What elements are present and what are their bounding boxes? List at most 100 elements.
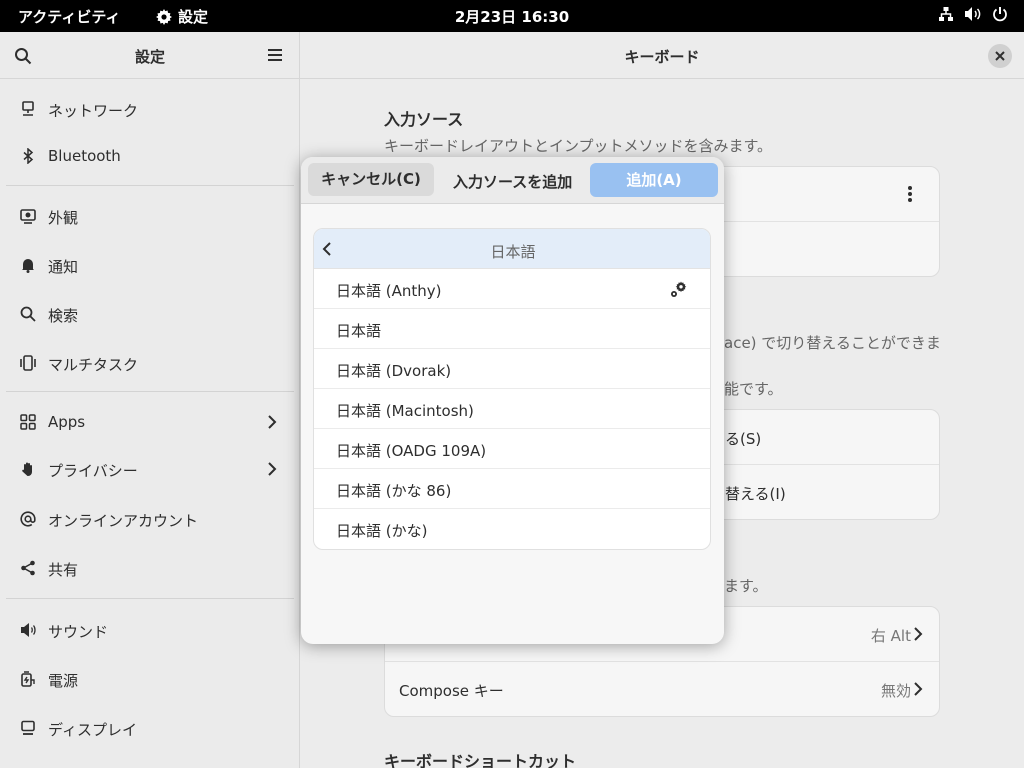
chevron-right-icon	[268, 462, 277, 476]
switch-option-label: 替える(I)	[725, 485, 786, 503]
app-name: 設定	[178, 8, 209, 26]
top-bar: アクティビティ 設定 2月23日 16:30	[0, 0, 1024, 32]
sidebar-item-label: 通知	[48, 258, 79, 276]
sidebar-item-apps[interactable]: Apps	[0, 402, 299, 442]
at-icon	[20, 511, 36, 527]
list-item[interactable]: 日本語 (OADG 109A)	[314, 429, 710, 469]
sidebar-divider	[6, 598, 294, 599]
chevron-right-icon	[268, 415, 277, 429]
sidebar-item-label: マルチタスク	[48, 356, 139, 374]
list-item-label: 日本語 (かな)	[336, 522, 428, 540]
sidebar-item-label: 外観	[48, 209, 79, 227]
multitask-icon	[20, 355, 36, 371]
keyboard-shortcuts-title: キーボードショートカット	[384, 752, 577, 768]
sidebar-item-multitasking[interactable]: マルチタスク	[0, 343, 299, 383]
special-keys-description: ます。	[724, 577, 768, 595]
compose-key-row[interactable]: Compose キー 無効	[385, 662, 939, 717]
dialog-header: キャンセル(C) 入力ソースを追加 追加(A)	[301, 157, 724, 204]
bluetooth-icon	[23, 148, 34, 164]
list-item[interactable]: 日本語	[314, 309, 710, 349]
sidebar-divider	[6, 391, 294, 392]
sidebar-item-notifications[interactable]: 通知	[0, 245, 299, 285]
power-plug-icon	[21, 671, 35, 687]
sound-icon	[21, 623, 36, 637]
add-button[interactable]: 追加(A)	[590, 163, 718, 197]
display-icon	[21, 720, 35, 735]
sidebar-item-label: ネットワーク	[48, 102, 139, 120]
network-icon	[22, 101, 34, 116]
sidebar-item-bluetooth[interactable]: Bluetooth	[0, 136, 299, 176]
sidebar-title: 設定	[134, 48, 165, 66]
sidebar-item-label: 共有	[48, 561, 79, 579]
input-sources-description: キーボードレイアウトとインプットメソッドを含みます。	[384, 137, 773, 155]
apps-icon	[20, 414, 36, 430]
hand-icon	[22, 462, 32, 476]
input-source-list: 日本語 日本語 (Anthy) 日本語 日本語 (Dvorak) 日本語 (Ma…	[313, 228, 711, 550]
list-item-label: 日本語 (OADG 109A)	[336, 442, 487, 460]
sidebar-item-label: Apps	[48, 413, 86, 431]
input-sources-title: 入力ソース	[384, 110, 464, 129]
sidebar-item-label: 電源	[48, 672, 79, 690]
cancel-button[interactable]: キャンセル(C)	[308, 163, 434, 196]
search-icon	[20, 306, 36, 322]
settings-gears-icon	[671, 281, 687, 297]
more-options-icon[interactable]	[907, 185, 913, 203]
list-item[interactable]: 日本語 (かな)	[314, 509, 710, 549]
network-icon	[939, 7, 953, 21]
sidebar-divider	[6, 185, 294, 186]
clock[interactable]: 2月23日 16:30	[455, 8, 569, 26]
list-header-title: 日本語	[490, 243, 536, 261]
status-area[interactable]	[938, 6, 1008, 22]
main-header: キーボード	[300, 32, 1024, 79]
list-item-label: 日本語 (Macintosh)	[336, 402, 474, 420]
chevron-right-icon	[914, 627, 923, 641]
sidebar-item-label: プライバシー	[48, 462, 138, 480]
switch-description: ace) で切り替えることができま	[724, 334, 941, 352]
activities-button[interactable]: アクティビティ	[18, 6, 120, 27]
sidebar-item-appearance[interactable]: 外観	[0, 196, 299, 236]
list-item[interactable]: 日本語 (かな 86)	[314, 469, 710, 509]
gear-icon	[156, 8, 172, 25]
compose-key-value: 無効	[880, 682, 911, 700]
sidebar-item-displays[interactable]: ディスプレイ	[0, 708, 299, 748]
sidebar-item-label: 検索	[48, 307, 79, 325]
compose-key-label: Compose キー	[399, 682, 504, 700]
list-item[interactable]: 日本語 (Dvorak)	[314, 349, 710, 389]
switch-option-label: る(S)	[725, 430, 762, 448]
hamburger-menu-icon[interactable]	[267, 48, 283, 62]
alternate-key-value: 右 Alt	[870, 627, 911, 645]
list-item[interactable]: 日本語 (Anthy)	[314, 269, 710, 309]
sidebar-item-privacy[interactable]: プライバシー	[0, 449, 299, 489]
sidebar-item-network[interactable]: ネットワーク	[0, 89, 299, 129]
dialog-title: 入力ソースを追加	[453, 173, 573, 191]
list-item-label: 日本語 (Dvorak)	[336, 362, 452, 380]
list-item-label: 日本語 (Anthy)	[336, 282, 442, 300]
close-button[interactable]	[988, 44, 1012, 68]
sidebar-item-label: Bluetooth	[48, 147, 121, 165]
close-icon	[995, 51, 1005, 61]
sidebar-item-sound[interactable]: サウンド	[0, 610, 299, 650]
volume-icon	[965, 7, 981, 21]
sidebar-item-online-accounts[interactable]: オンラインアカウント	[0, 499, 299, 539]
list-item[interactable]: 日本語 (Macintosh)	[314, 389, 710, 429]
switch-description-2: 能です。	[724, 380, 783, 398]
share-icon	[21, 560, 35, 576]
chevron-right-icon	[914, 682, 923, 696]
power-icon	[993, 7, 1007, 22]
sidebar-item-search[interactable]: 検索	[0, 294, 299, 334]
list-item-label: 日本語 (かな 86)	[336, 482, 452, 500]
page-title: キーボード	[624, 48, 700, 66]
list-header[interactable]: 日本語	[314, 229, 710, 269]
bell-icon	[22, 259, 34, 273]
appearance-icon	[20, 209, 36, 224]
sidebar-item-label: サウンド	[48, 623, 109, 641]
sidebar-header: 設定	[0, 32, 299, 79]
sidebar-item-power[interactable]: 電源	[0, 659, 299, 699]
list-item-label: 日本語	[336, 322, 382, 340]
sidebar-item-label: ディスプレイ	[48, 721, 137, 739]
sidebar: 設定 ネットワーク Bluetooth 外観 通知 検索 マルチタスク Apps…	[0, 32, 300, 768]
add-input-source-dialog: キャンセル(C) 入力ソースを追加 追加(A) 日本語 日本語 (Anthy) …	[301, 157, 724, 644]
sidebar-item-label: オンラインアカウント	[48, 512, 199, 530]
sidebar-item-sharing[interactable]: 共有	[0, 548, 299, 588]
app-menu[interactable]: 設定	[156, 6, 208, 27]
